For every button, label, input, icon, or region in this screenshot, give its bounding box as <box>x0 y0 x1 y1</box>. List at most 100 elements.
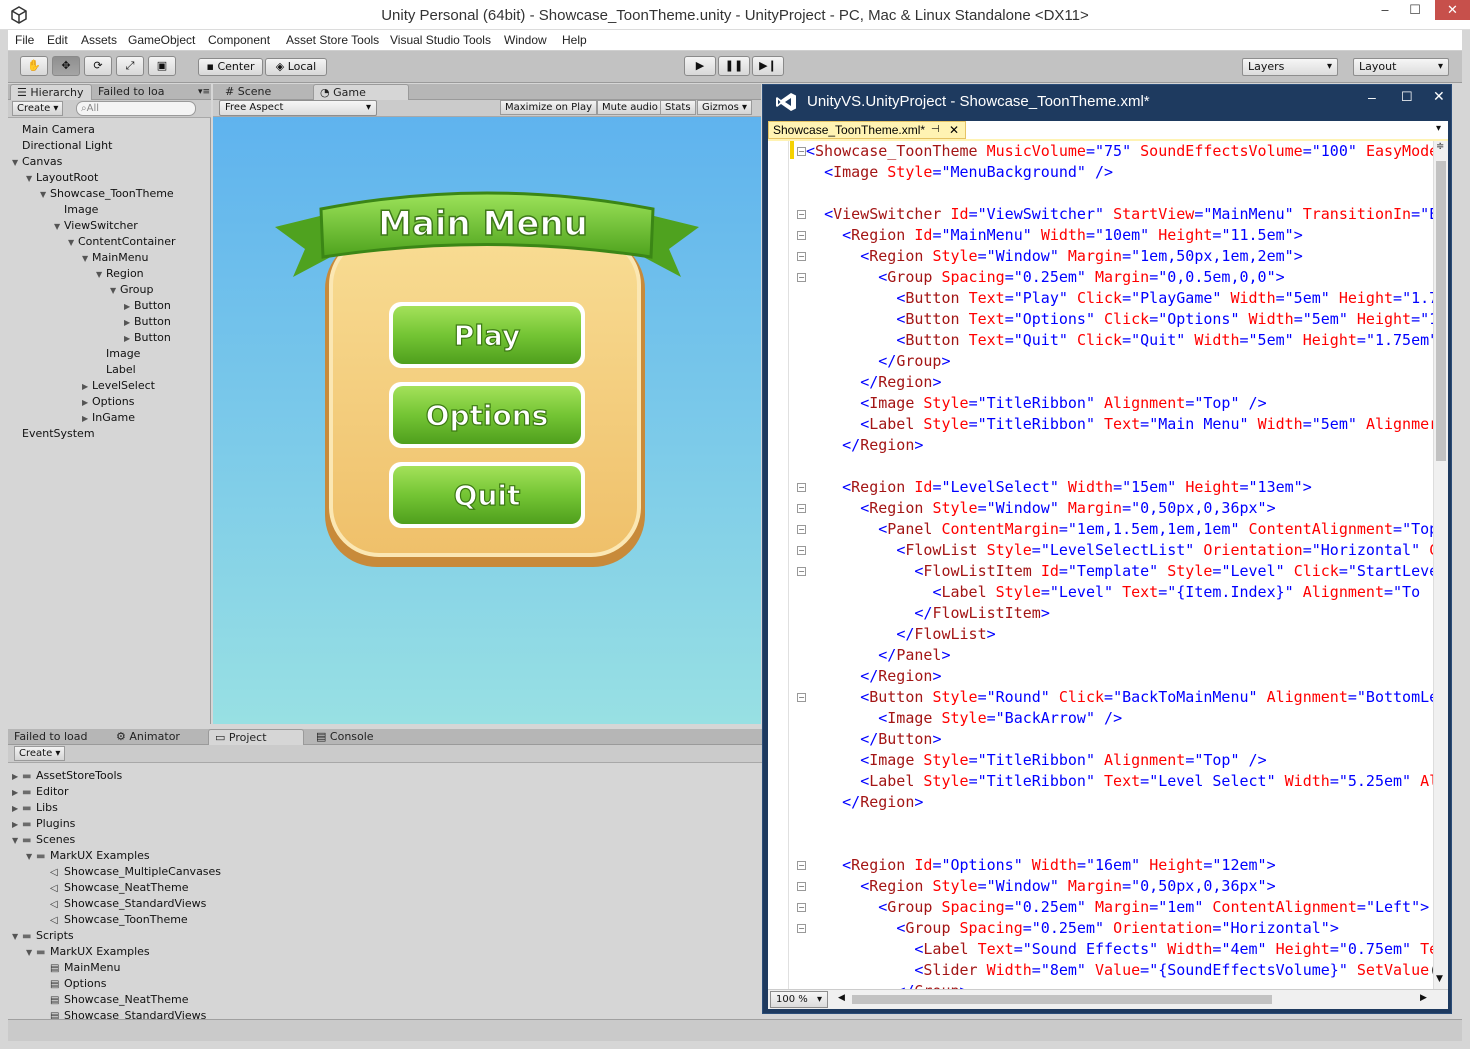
fold-toggle-icon[interactable]: − <box>797 273 806 282</box>
close-tab-icon[interactable]: ✕ <box>949 122 959 138</box>
hierarchy-item[interactable]: Label <box>96 363 136 376</box>
expanded-arrow-icon[interactable]: ▼ <box>26 948 36 957</box>
menu-help[interactable]: Help <box>562 33 587 47</box>
fold-toggle-icon[interactable]: − <box>797 525 806 534</box>
game-view[interactable]: Main Menu Play Options Quit <box>213 117 761 724</box>
rotate-tool-button[interactable]: ⟳ <box>84 56 112 76</box>
scroll-right-icon[interactable]: ▶ <box>1420 993 1427 1003</box>
menu-edit[interactable]: Edit <box>47 33 68 47</box>
stats-toggle[interactable]: Stats <box>660 100 696 115</box>
expanded-arrow-icon[interactable]: ▼ <box>12 932 22 941</box>
move-tool-button[interactable]: ✥ <box>52 56 80 76</box>
scroll-left-icon[interactable]: ◀ <box>838 993 845 1003</box>
hierarchy-item[interactable]: ▼ ContentContainer <box>68 235 176 248</box>
pivot-toggle[interactable]: ▪ Center <box>198 58 263 76</box>
tab-animator[interactable]: ⚙ Animator <box>110 729 202 746</box>
expanded-arrow-icon[interactable]: ▼ <box>12 836 22 845</box>
layout-dropdown[interactable]: Layout <box>1353 58 1449 76</box>
collapsed-arrow-icon[interactable]: ▶ <box>82 414 92 423</box>
tab-scene[interactable]: # Scene <box>219 84 309 101</box>
pause-button[interactable]: ❚❚ <box>718 56 750 76</box>
fold-toggle-icon[interactable]: − <box>797 567 806 576</box>
collapsed-arrow-icon[interactable]: ▶ <box>124 318 134 327</box>
scroll-up-icon[interactable]: ≑ <box>1436 141 1444 152</box>
fold-toggle-icon[interactable]: − <box>797 882 806 891</box>
play-button[interactable]: ▶ <box>684 56 716 76</box>
project-item[interactable]: ◁ Showcase_MultipleCanvases <box>40 865 221 878</box>
menu-visual-studio-tools[interactable]: Visual Studio Tools <box>390 33 491 47</box>
layers-dropdown[interactable]: Layers <box>1242 58 1338 76</box>
quit-game-button[interactable]: Quit <box>389 462 585 528</box>
expanded-arrow-icon[interactable]: ▼ <box>68 238 78 247</box>
close-button[interactable]: ✕ <box>1435 0 1470 20</box>
tab-console[interactable]: ▤ Console <box>310 729 406 746</box>
hierarchy-search-input[interactable]: ⌕All <box>76 101 196 116</box>
options-game-button[interactable]: Options <box>389 382 585 448</box>
create-button[interactable]: Create ▾ <box>12 101 64 116</box>
hierarchy-item[interactable]: Main Camera <box>12 123 95 136</box>
vertical-scrollbar[interactable]: ≑ ▼ <box>1433 141 1448 989</box>
hierarchy-item[interactable]: ▼ Region <box>96 267 144 280</box>
fold-toggle-icon[interactable]: − <box>797 546 806 555</box>
hierarchy-item[interactable]: Directional Light <box>12 139 112 152</box>
fold-toggle-icon[interactable]: − <box>797 504 806 513</box>
menu-component[interactable]: Component <box>208 33 270 47</box>
minimize-button[interactable]: ‒ <box>1370 0 1400 22</box>
expanded-arrow-icon[interactable]: ▼ <box>96 270 106 279</box>
vs-close-button[interactable]: ✕ <box>1433 88 1445 105</box>
fold-toggle-icon[interactable]: − <box>797 231 806 240</box>
mute-audio-toggle[interactable]: Mute audio <box>597 100 663 115</box>
aspect-dropdown[interactable]: Free Aspect <box>219 100 377 116</box>
hierarchy-item[interactable]: Image <box>96 347 140 360</box>
hierarchy-item[interactable]: ▶ Button <box>124 315 171 328</box>
fold-toggle-icon[interactable]: − <box>797 252 806 261</box>
fold-toggle-icon[interactable]: − <box>797 483 806 492</box>
project-item[interactable]: ◁ Showcase_StandardViews <box>40 897 206 910</box>
fold-toggle-icon[interactable]: − <box>797 693 806 702</box>
menu-file[interactable]: File <box>15 33 34 47</box>
rect-tool-button[interactable]: ▣ <box>148 56 176 76</box>
fold-toggle-icon[interactable]: − <box>797 903 806 912</box>
project-item[interactable]: ◁ Showcase_ToonTheme <box>40 913 188 926</box>
fold-toggle-icon[interactable]: − <box>797 861 806 870</box>
hierarchy-item[interactable]: Image <box>54 203 98 216</box>
hierarchy-item[interactable]: ▶ InGame <box>82 411 135 424</box>
hierarchy-item[interactable]: ▼ MainMenu <box>82 251 148 264</box>
hierarchy-item[interactable]: ▶ Button <box>124 299 171 312</box>
scroll-down-icon[interactable]: ▼ <box>1436 974 1443 984</box>
project-item[interactable]: ▶ ▬ AssetStoreTools <box>12 769 122 782</box>
tab-overflow-icon[interactable]: ▾ <box>1436 123 1441 134</box>
tab-failed-to-load[interactable]: Failed to loa <box>92 84 192 101</box>
project-item[interactable]: ▤ Options <box>40 977 106 990</box>
collapsed-arrow-icon[interactable]: ▶ <box>12 772 22 781</box>
project-item[interactable]: ▤ MainMenu <box>40 961 120 974</box>
expanded-arrow-icon[interactable]: ▼ <box>26 174 36 183</box>
scale-tool-button[interactable]: ⤢ <box>116 56 144 76</box>
collapsed-arrow-icon[interactable]: ▶ <box>12 820 22 829</box>
tab-game[interactable]: ◔ Game <box>313 84 409 101</box>
project-item[interactable]: ▼ ▬ MarkUX Examples <box>26 849 150 862</box>
expanded-arrow-icon[interactable]: ▼ <box>82 254 92 263</box>
panel-menu-icon[interactable]: ▾≡ <box>192 84 210 101</box>
hierarchy-item[interactable]: ▶ LevelSelect <box>82 379 155 392</box>
zoom-dropdown[interactable]: 100 % <box>770 991 828 1008</box>
project-create-button[interactable]: Create ▾ <box>14 746 66 761</box>
project-item[interactable]: ◁ Showcase_NeatTheme <box>40 881 188 894</box>
project-item[interactable]: ▼ ▬ Scripts <box>12 929 74 942</box>
maximize-button[interactable]: ☐ <box>1400 0 1430 22</box>
vs-minimize-button[interactable]: ‒ <box>1368 89 1376 105</box>
step-button[interactable]: ▶❙ <box>752 56 784 76</box>
play-game-button[interactable]: Play <box>389 302 585 368</box>
menu-asset-store-tools[interactable]: Asset Store Tools <box>286 33 379 47</box>
document-tab[interactable]: Showcase_ToonTheme.xml* ⊣ ✕ <box>768 121 966 139</box>
expanded-arrow-icon[interactable]: ▼ <box>54 222 64 231</box>
collapsed-arrow-icon[interactable]: ▶ <box>82 382 92 391</box>
hierarchy-item[interactable]: ▶ Options <box>82 395 134 408</box>
hierarchy-item[interactable]: ▼ LayoutRoot <box>26 171 98 184</box>
tab-hierarchy[interactable]: ☰ Hierarchy <box>10 84 92 101</box>
expanded-arrow-icon[interactable]: ▼ <box>26 852 36 861</box>
hand-tool-button[interactable]: ✋ <box>20 56 48 76</box>
gizmos-dropdown[interactable]: Gizmos ▾ <box>697 100 753 115</box>
scrollbar-thumb[interactable] <box>1436 161 1446 461</box>
project-item[interactable]: ▼ ▬ Scenes <box>12 833 75 846</box>
